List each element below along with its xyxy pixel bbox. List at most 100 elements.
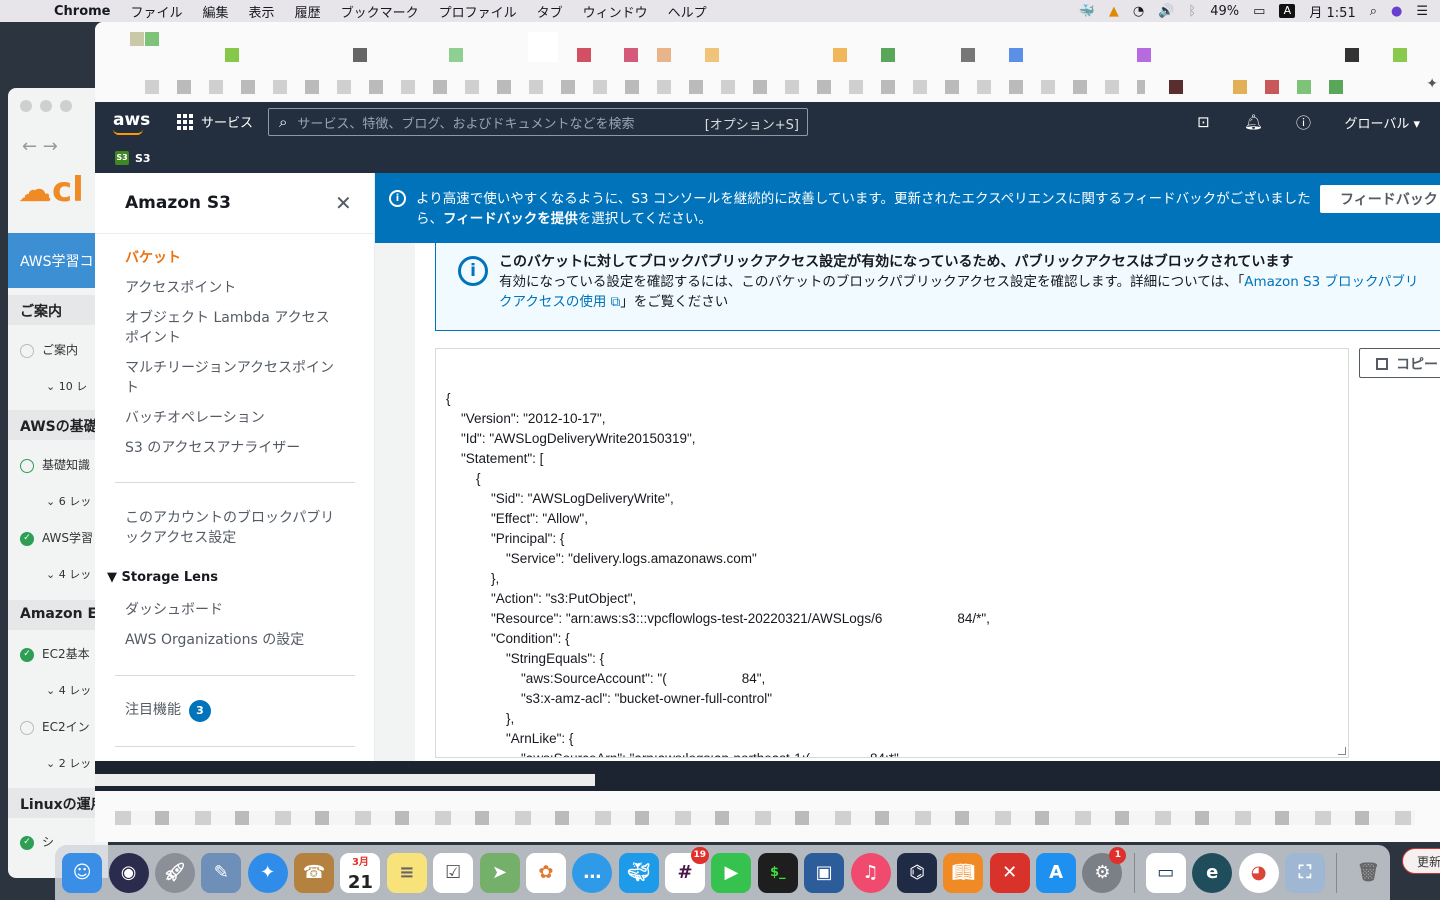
slack-icon[interactable]: #19 xyxy=(665,846,710,893)
nav-item-multi-region[interactable]: マルチリージョンアクセスポイント xyxy=(125,358,340,398)
menu-bookmarks[interactable]: ブックマーク xyxy=(341,2,419,21)
menu-edit[interactable]: 編集 xyxy=(203,2,229,21)
books-icon[interactable]: 📖︎ xyxy=(943,852,984,893)
update-notification-button[interactable]: 更新 xyxy=(1402,848,1440,874)
photos-icon[interactable]: ✿ xyxy=(525,852,566,893)
window-zoom-dot[interactable] xyxy=(60,100,72,112)
nav-item-access-analyzer[interactable]: S3 のアクセスアナライザー xyxy=(125,438,340,458)
menu-file[interactable]: ファイル xyxy=(131,2,183,21)
launchpad-icon[interactable]: 🚀︎ xyxy=(154,852,195,893)
music-icon[interactable]: ♫ xyxy=(850,852,891,893)
feedback-button[interactable]: フィードバック xyxy=(1320,185,1440,213)
copy-button[interactable]: コピー xyxy=(1359,348,1440,378)
menu-history[interactable]: 履歴 xyxy=(295,2,321,21)
lesson-count[interactable]: ⌄ 4 レッ xyxy=(46,682,91,698)
lesson-row[interactable]: ✓ シ xyxy=(20,833,54,850)
terminal-icon[interactable]: $_ xyxy=(757,852,798,893)
notes-icon[interactable]: ≡ xyxy=(386,852,427,893)
section-header[interactable]: ご案内 xyxy=(8,295,108,325)
bucket-policy-json-viewer[interactable]: { "Version": "2012-10-17", "Id": "AWSLog… xyxy=(435,348,1349,758)
section-header[interactable]: AWSの基礎 xyxy=(8,410,108,440)
lesson-count[interactable]: ⌄ 4 レッ xyxy=(46,566,91,582)
preview-icon[interactable]: ✎ xyxy=(201,852,242,893)
nav-item-featured[interactable]: 注目機能 3 xyxy=(125,700,340,722)
region-selector[interactable]: グローバル ▾ xyxy=(1344,113,1420,132)
search-input[interactable]: ⌕ サービス、特徴、ブログ、およびドキュメントなどを検索 [オプション+S] xyxy=(268,108,808,136)
nav-item-block-public-access[interactable]: このアカウントのブロックパブリックアクセス設定 xyxy=(125,508,340,548)
aws-logo[interactable]: aws xyxy=(113,110,150,135)
nav-item-access-points[interactable]: アクセスポイント xyxy=(125,278,340,298)
virtualbox-icon[interactable]: ▣ xyxy=(804,852,845,893)
menu-window[interactable]: ウィンドウ xyxy=(583,2,648,21)
notifications-bell-icon[interactable]: 🔔︎ xyxy=(1228,113,1278,131)
battery-percent[interactable]: 49% xyxy=(1210,4,1239,19)
nav-item-organizations-settings[interactable]: AWS Organizations の設定 xyxy=(125,630,340,650)
menu-app-name[interactable]: Chrome xyxy=(54,4,111,19)
menu-profiles[interactable]: プロファイル xyxy=(439,2,517,21)
menu-tab[interactable]: タブ xyxy=(537,2,563,21)
chrome-icon[interactable]: ◕ xyxy=(1238,852,1279,893)
section-header[interactable]: Amazon EC xyxy=(8,600,108,630)
lesson-count[interactable]: ⌄ 10 レ xyxy=(46,378,87,394)
bluetooth-icon[interactable]: ᛒ xyxy=(1188,4,1196,19)
input-mode-indicator[interactable]: A xyxy=(1279,4,1296,18)
docker-icon[interactable]: 🐳︎ xyxy=(618,852,659,893)
lesson-row[interactable]: 基礎知識 xyxy=(20,456,90,473)
spotlight-search-icon[interactable]: ⌕ xyxy=(1370,4,1377,19)
reminders-icon[interactable]: ☑ xyxy=(433,852,474,893)
facetime-icon[interactable]: ▶ xyxy=(711,852,752,893)
siri-icon[interactable]: ● xyxy=(1391,4,1402,19)
s3-service-shortcut[interactable]: S3 S3 xyxy=(115,151,151,165)
maps-icon[interactable]: ➤ xyxy=(479,852,520,893)
slack-badge: 19 xyxy=(690,846,710,864)
cloudshell-icon[interactable]: ⊡ xyxy=(1178,113,1228,131)
extensions-icon[interactable]: ✦ xyxy=(1426,76,1438,92)
menu-help[interactable]: ヘルプ xyxy=(668,2,707,21)
contacts-icon[interactable]: ☎ xyxy=(294,852,335,893)
section-header[interactable]: Linuxの運用 xyxy=(8,788,108,818)
lesson-row[interactable]: EC2イン xyxy=(20,718,90,735)
nav-item-batch-operations[interactable]: バッチオペレーション xyxy=(125,408,340,428)
screenshot-app-icon[interactable]: ⛶ xyxy=(1284,852,1325,893)
messages-icon[interactable]: … xyxy=(572,852,613,893)
remote-desktop-icon[interactable]: ✕ xyxy=(989,852,1030,893)
warning-icon[interactable]: ▲ xyxy=(1109,4,1119,19)
lesson-count[interactable]: ⌄ 2 レッ xyxy=(46,755,91,771)
calendar-icon[interactable]: 3月 21 xyxy=(340,852,381,893)
help-icon[interactable]: ⓘ xyxy=(1278,112,1328,133)
control-center-icon[interactable]: ☰ xyxy=(1416,4,1428,19)
alert-body: 有効になっている設定を確認するには、このバケットのブロックパブリックアクセス設定… xyxy=(499,274,1419,310)
visual-studio-code-icon[interactable]: ⌬ xyxy=(896,852,937,893)
policy-line: "Effect": "Allow", xyxy=(446,511,588,526)
feedback-link[interactable]: フィードバックを提供 xyxy=(443,211,578,227)
resize-handle[interactable] xyxy=(1338,747,1346,755)
window-close-dot[interactable] xyxy=(20,100,32,112)
trash-icon[interactable]: 🗑︎ xyxy=(1348,853,1388,893)
storage-lens-toggle[interactable]: ▼ Storage Lens xyxy=(107,570,218,585)
menubar-clock[interactable]: 月 1:51 xyxy=(1309,2,1355,21)
services-menu-button[interactable]: サービス xyxy=(177,112,253,131)
safari-icon[interactable]: ✦ xyxy=(247,852,288,893)
nav-item-object-lambda[interactable]: オブジェクト Lambda アクセスポイント xyxy=(125,308,340,348)
nav-item-dashboards[interactable]: ダッシュボード xyxy=(125,600,340,620)
window-minimize-dot[interactable] xyxy=(40,100,52,112)
volume-icon[interactable]: 🔊 xyxy=(1158,4,1174,19)
menu-view[interactable]: 表示 xyxy=(249,2,275,21)
lesson-count[interactable]: ⌄ 6 レッ xyxy=(46,493,91,509)
obscured-region xyxy=(95,761,1440,842)
window-app-icon[interactable]: ▭ xyxy=(1145,852,1186,893)
wifi-icon[interactable]: ◔ xyxy=(1133,4,1144,19)
system-preferences-icon[interactable]: ⚙ 1 xyxy=(1082,846,1127,893)
app-store-icon[interactable]: A xyxy=(1036,852,1077,893)
lesson-row[interactable]: ✓ EC2基本 xyxy=(20,645,90,662)
lesson-row[interactable]: ご案内 xyxy=(20,341,78,358)
siri-icon[interactable]: ◉ xyxy=(108,852,149,893)
finder-icon[interactable]: ☺ xyxy=(62,852,103,893)
lesson-row[interactable]: ✓ AWS学習 xyxy=(20,529,93,546)
back-forward-icon[interactable]: ← → xyxy=(22,136,58,157)
close-icon[interactable]: ✕ xyxy=(335,191,352,215)
evernote-style-app-icon[interactable]: e xyxy=(1192,852,1233,893)
battery-icon[interactable]: ▭ xyxy=(1253,4,1265,19)
nav-item-buckets[interactable]: バケット xyxy=(125,248,340,268)
docker-status-icon[interactable]: 🐳 xyxy=(1079,4,1095,19)
